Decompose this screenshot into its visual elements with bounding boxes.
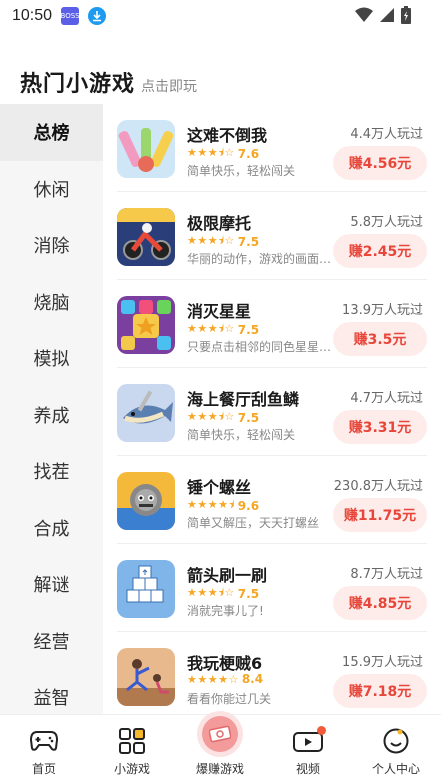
game-row[interactable]: 这难不倒我 ★★★⯨☆ 7.6 简单快乐，轻松闯关 4.4万人玩过 赚4.56元: [117, 104, 427, 192]
game-thumbnail[interactable]: [117, 560, 175, 618]
notification-dot: [317, 726, 326, 735]
status-time: 10:50: [12, 7, 53, 24]
game-description: 只要点击相邻的同色星星…: [187, 340, 332, 354]
game-play-count: 8.7万人玩过: [350, 567, 423, 582]
earn-button[interactable]: 赚4.85元: [333, 586, 427, 620]
game-list: 这难不倒我 ★★★⯨☆ 7.6 简单快乐，轻松闯关 4.4万人玩过 赚4.56元 …: [103, 104, 441, 714]
earn-button[interactable]: 赚7.18元: [333, 674, 427, 708]
game-thumbnail[interactable]: [117, 296, 175, 354]
game-rating: ★★★⯨☆ 7.5: [187, 232, 259, 251]
game-play-count: 15.9万人玩过: [342, 655, 423, 670]
page-title: 热门小游戏: [20, 72, 136, 97]
earn-button[interactable]: 赚3.5元: [333, 322, 427, 356]
game-description: 简单快乐，轻松闯关: [187, 428, 296, 442]
bottom-nav: 首页 小游戏 爆赚游戏 视频 个人中心: [0, 711, 441, 784]
gamepad-icon: [29, 726, 59, 756]
game-description: 消就完事儿了!: [187, 604, 264, 618]
game-thumbnail[interactable]: [117, 120, 175, 178]
wifi-icon: [355, 7, 373, 22]
game-rating: ★★★★⯨ 9.6: [187, 496, 259, 515]
game-thumbnail[interactable]: [117, 384, 175, 442]
sidebar-item-brain[interactable]: 烧脑: [0, 274, 103, 331]
game-row[interactable]: 锤个螺丝 ★★★★⯨ 9.6 简单又解压，天天打螺丝 230.8万人玩过 赚11.…: [117, 456, 427, 544]
nav-item-mini-games[interactable]: 小游戏: [88, 715, 176, 784]
game-thumbnail[interactable]: [117, 208, 175, 266]
nav-item-profile[interactable]: 个人中心: [352, 715, 440, 784]
battery-icon: [401, 6, 411, 24]
game-row[interactable]: 我玩梗贼6 ★★★★☆ 8.4 看看你能过几关 15.9万人玩过 赚7.18元: [117, 632, 427, 714]
rating-stars-icon: ★★★⯨☆: [187, 586, 235, 599]
game-rating: ★★★★☆ 8.4: [187, 672, 264, 686]
game-play-count: 4.4万人玩过: [350, 127, 423, 142]
grid-icon: [117, 726, 147, 756]
game-name: 消灭星星: [187, 302, 252, 321]
sidebar-item-raising[interactable]: 养成: [0, 387, 103, 444]
nav-label-profile: 个人中心: [371, 762, 420, 776]
game-name: 箭头刷一刷: [187, 566, 268, 585]
boss-app-icon: BOSS: [61, 7, 80, 25]
nav-label-earn-games: 爆赚游戏: [195, 762, 244, 776]
rating-stars-icon: ★★★⯨☆: [187, 146, 235, 159]
game-description: 华丽的动作，游戏的画面…: [187, 252, 332, 266]
game-name: 这难不倒我: [187, 126, 268, 145]
game-row[interactable]: 消灭星星 ★★★⯨☆ 7.5 只要点击相邻的同色星星… 13.9万人玩过 赚3.5…: [117, 280, 427, 368]
earn-button[interactable]: 赚4.56元: [333, 146, 427, 180]
rating-stars-icon: ★★★⯨☆: [187, 234, 235, 247]
nav-label-mini-games: 小游戏: [113, 762, 150, 776]
game-name: 我玩梗贼6: [187, 654, 263, 673]
game-play-count: 13.9万人玩过: [342, 303, 423, 318]
game-description: 看看你能过几关: [187, 692, 272, 706]
game-rating: ★★★⯨☆ 7.6: [187, 144, 259, 163]
game-name: 极限摩托: [187, 214, 252, 233]
game-name: 锤个螺丝: [187, 478, 252, 497]
game-play-count: 5.8万人玩过: [350, 215, 423, 230]
nav-label-home: 首页: [31, 762, 56, 776]
game-play-count: 230.8万人玩过: [333, 479, 423, 494]
status-right: [355, 6, 411, 24]
sidebar-item-merge[interactable]: 合成: [0, 500, 103, 557]
sidebar-item-match[interactable]: 消除: [0, 217, 103, 274]
sidebar-item-casual[interactable]: 休闲: [0, 161, 103, 218]
sidebar-item-puzzle[interactable]: 解谜: [0, 556, 103, 613]
game-description: 简单快乐，轻松闯关: [187, 164, 296, 178]
category-sidebar: 总榜 休闲 消除 烧脑 模拟 养成 找茬 合成 解谜 经营 益智: [0, 104, 103, 714]
game-rating: ★★★⯨☆ 7.5: [187, 584, 259, 603]
video-icon: [293, 726, 326, 756]
earn-button[interactable]: 赚3.31元: [333, 410, 427, 444]
game-thumbnail[interactable]: [117, 648, 175, 706]
nav-item-video[interactable]: 视频: [264, 715, 352, 784]
page-subtitle: 点击即玩: [141, 79, 198, 95]
status-bar: 10:50 BOSS: [0, 0, 441, 32]
nav-item-home[interactable]: 首页: [0, 715, 88, 784]
money-icon: [197, 711, 243, 757]
page-header: 热门小游戏 点击即玩: [20, 66, 197, 98]
sidebar-item-simulation[interactable]: 模拟: [0, 330, 103, 387]
game-thumbnail[interactable]: [117, 472, 175, 530]
download-icon: [88, 7, 107, 25]
nav-label-video: 视频: [295, 762, 320, 776]
game-play-count: 4.7万人玩过: [350, 391, 423, 406]
game-row[interactable]: 极限摩托 ★★★⯨☆ 7.5 华丽的动作，游戏的画面… 5.8万人玩过 赚2.45…: [117, 192, 427, 280]
game-row[interactable]: 箭头刷一刷 ★★★⯨☆ 7.5 消就完事儿了! 8.7万人玩过 赚4.85元: [117, 544, 427, 632]
game-name: 海上餐厅刮鱼鳞: [187, 390, 300, 409]
signal-icon: [380, 8, 394, 22]
smile-icon: [381, 726, 411, 756]
rating-stars-icon: ★★★★☆: [187, 672, 239, 686]
rating-stars-icon: ★★★⯨☆: [187, 322, 235, 335]
rating-stars-icon: ★★★★⯨: [187, 498, 235, 511]
nav-item-earn-games[interactable]: 爆赚游戏: [176, 711, 264, 784]
sidebar-item-management[interactable]: 经营: [0, 613, 103, 670]
rating-stars-icon: ★★★⯨☆: [187, 410, 235, 423]
game-row[interactable]: 海上餐厅刮鱼鳞 ★★★⯨☆ 7.5 简单快乐，轻松闯关 4.7万人玩过 赚3.31…: [117, 368, 427, 456]
game-rating: ★★★⯨☆ 7.5: [187, 320, 259, 339]
sidebar-item-spot-difference[interactable]: 找茬: [0, 443, 103, 500]
game-rating: ★★★⯨☆ 7.5: [187, 408, 259, 427]
earn-button[interactable]: 赚2.45元: [333, 234, 427, 268]
earn-button[interactable]: 赚11.75元: [333, 498, 427, 532]
game-description: 简单又解压，天天打螺丝: [187, 516, 320, 530]
sidebar-item-top[interactable]: 总榜: [0, 104, 103, 161]
